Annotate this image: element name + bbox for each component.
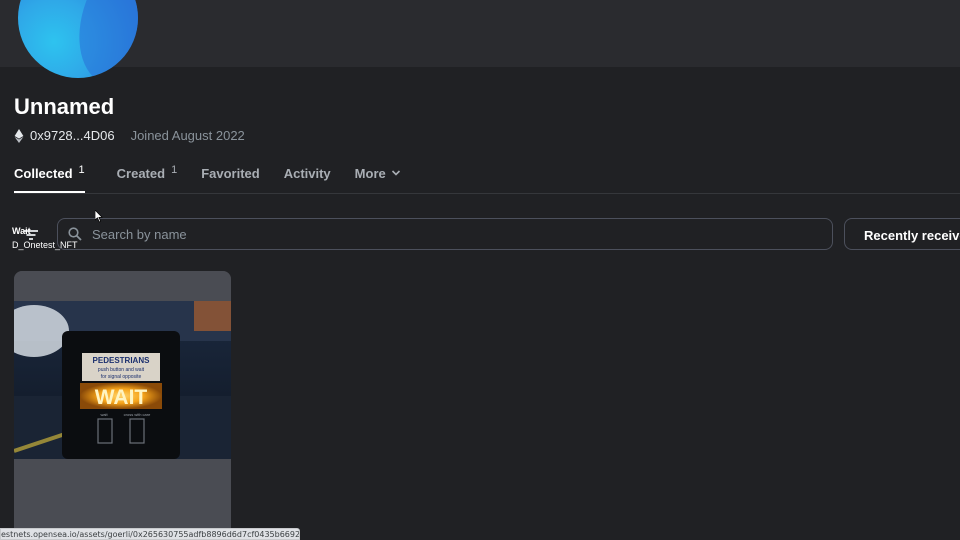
mouse-cursor-icon (95, 210, 103, 223)
tab-created[interactable]: Created 1 (116, 164, 178, 193)
sign-line: push button and wait (98, 367, 145, 373)
sort-dropdown[interactable]: Recently received (844, 218, 960, 250)
chevron-down-icon (391, 170, 400, 176)
profile-banner (0, 0, 960, 67)
tab-label: Created (116, 166, 166, 181)
tab-count: 1 (171, 164, 178, 176)
tabs-divider (14, 193, 960, 194)
tab-count: 1 (78, 164, 85, 176)
sign-wait-text: WAIT (95, 386, 148, 409)
search-input[interactable] (90, 218, 832, 250)
tab-label: Favorited (201, 166, 260, 181)
profile-name: Unnamed (14, 94, 115, 119)
tab-label: Collected (14, 166, 73, 181)
tab-collected[interactable]: Collected 1 (14, 164, 85, 193)
card-header (14, 271, 231, 301)
nft-title: Wait (12, 226, 31, 236)
joined-date: Joined August 2022 (130, 128, 245, 143)
sign-small-right: cross with care (124, 412, 151, 417)
wallet-address[interactable]: 0x9728...4D06 (30, 128, 115, 143)
tab-activity[interactable]: Activity (284, 166, 331, 193)
search-icon (68, 227, 82, 241)
tab-label: More (354, 166, 386, 181)
sign-small-left: wait (100, 412, 108, 417)
search-box[interactable] (57, 218, 833, 250)
nft-collection[interactable]: D_Onetest_NFT (12, 240, 78, 250)
nft-image: PEDESTRIANS push button and wait for sig… (14, 301, 231, 459)
profile-meta: 0x9728...4D06 Joined August 2022 (14, 128, 245, 143)
nft-card[interactable]: PEDESTRIANS push button and wait for sig… (14, 271, 231, 540)
status-bar-url: estnets.opensea.io/assets/goerli/0x26563… (0, 528, 300, 540)
sign-heading: PEDESTRIANS (93, 356, 151, 365)
profile-tabs: Collected 1 Created 1 Favorited Activity… (14, 164, 425, 193)
tab-label: Activity (283, 166, 331, 181)
tab-favorited[interactable]: Favorited (201, 166, 260, 193)
tab-more[interactable]: More (355, 166, 401, 193)
ethereum-icon (14, 128, 24, 143)
sign-line: for signal opposite (101, 374, 142, 380)
